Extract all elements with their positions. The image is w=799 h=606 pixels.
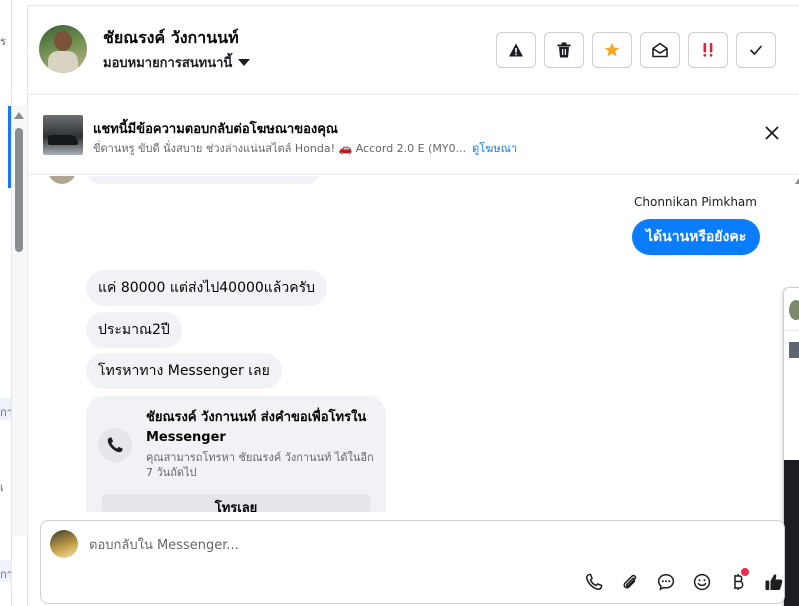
double-exclamation-icon (703, 43, 713, 57)
scroll-up-arrow-icon[interactable] (14, 112, 24, 119)
left-conversation-list-edge: ร กา เ กา (0, 0, 12, 606)
assign-conversation-dropdown[interactable]: มอบหมายการสนทนานี้ (103, 52, 251, 73)
emoji-icon (693, 573, 711, 591)
view-ad-link[interactable]: ดูโฆษณา (472, 142, 517, 155)
chat-bubble-icon (657, 574, 675, 591)
mini-thumbnail (789, 342, 799, 358)
assign-label: มอบหมายการสนทนานี้ (103, 56, 233, 71)
reply-composer (40, 520, 785, 604)
saved-replies-button[interactable] (655, 571, 677, 593)
checkmark-icon (750, 45, 762, 55)
list-fragment: กา (0, 406, 12, 419)
mark-unread-button[interactable] (640, 32, 680, 68)
report-spam-button[interactable] (496, 32, 536, 68)
incoming-message-bubble: แค่ 80000 แต่ส่งไป40000แล้วครับ (86, 270, 328, 306)
call-card-title: ชัยณรงค์ วังกานนท์ ส่งคำขอเพื่อโทรใน Mes… (146, 410, 367, 445)
thumbs-up-icon (765, 574, 783, 590)
mini-avatar (789, 300, 799, 320)
follow-up-button[interactable] (688, 32, 728, 68)
star-button[interactable] (592, 32, 632, 68)
message-bubble-partial (86, 176, 321, 184)
emoji-button[interactable] (691, 571, 713, 593)
list-fragment: กา (0, 568, 12, 581)
reply-input[interactable] (89, 535, 689, 555)
close-icon[interactable] (764, 125, 780, 141)
delete-button[interactable] (544, 32, 584, 68)
selected-indicator (8, 106, 11, 188)
list-scrollbar[interactable] (12, 106, 26, 536)
conversation-panel: ชัยณรงค์ วังกานนท์ มอบหมายการสนทนานี้ แช… (27, 5, 799, 606)
ad-banner-subtitle: ขี่ดานหรู ขับดี นั่งสบาย ช่วงล่างแน่นสไต… (93, 139, 517, 157)
contact-name[interactable]: ชัยณรงค์ วังกานนท์ (103, 26, 239, 51)
phone-icon (586, 573, 603, 590)
inbox-window: ร กา เ กา ชัยณรงค์ วังกานนท์ มอบหมายการส… (0, 0, 799, 606)
list-fragment: เ (0, 481, 4, 494)
incoming-message-bubble: ประมาณ2ปี (86, 312, 182, 348)
like-button[interactable] (763, 571, 785, 593)
notification-dot (741, 568, 749, 576)
ad-banner-title: แชทนี้มีข้อความตอบกลับต่อโฆษณาของคุณ (93, 122, 338, 137)
incoming-message-bubble: โทรหาทาง Messenger เลย (86, 353, 282, 389)
mark-done-button[interactable] (736, 32, 776, 68)
call-request-card: ชัยณรงค์ วังกานนท์ ส่งคำขอเพื่อโทรใน Mes… (86, 396, 386, 512)
phone-icon (98, 428, 132, 462)
attach-button[interactable] (619, 571, 641, 593)
star-icon (604, 42, 620, 57)
list-fragment: ร (0, 35, 6, 48)
sender-avatar (48, 176, 76, 184)
call-card-subtitle: คุณสามารถโทรหา ชัยณรงค์ วังกานนท์ ได้ในอ… (146, 451, 374, 479)
payment-button[interactable] (727, 568, 749, 593)
ad-thumbnail[interactable] (43, 115, 83, 155)
outgoing-message-bubble: ได้นานหรือยังคะ (632, 219, 761, 255)
paperclip-icon (623, 574, 637, 589)
voice-call-button[interactable] (583, 571, 605, 593)
warning-triangle-icon (509, 43, 523, 57)
ad-reply-banner: แชทนี้มีข้อความตอบกลับต่อโฆษณาของคุณ ขี่… (28, 95, 799, 175)
ad-description: ขี่ดานหรู ขับดี นั่งสบาย ช่วงล่างแน่นสไต… (93, 142, 467, 155)
dark-media-preview (784, 460, 799, 606)
open-envelope-icon (652, 42, 668, 58)
contact-avatar[interactable] (39, 25, 87, 73)
caret-down-icon (238, 59, 251, 66)
side-panel-edge[interactable] (783, 287, 799, 606)
message-thread[interactable]: Chonnikan Pimkham ได้นานหรือยังคะ แค่ 80… (28, 176, 784, 512)
conversation-header: ชัยณรงค์ วังกานนท์ มอบหมายการสนทนานี้ (28, 6, 799, 95)
trash-icon (557, 42, 571, 58)
page-avatar (50, 530, 78, 558)
scroll-thumb[interactable] (15, 128, 23, 252)
outgoing-sender-name: Chonnikan Pimkham (634, 195, 757, 209)
scroll-up-arrow-icon[interactable] (795, 178, 799, 184)
call-now-button[interactable]: โทรเลย (102, 494, 370, 512)
